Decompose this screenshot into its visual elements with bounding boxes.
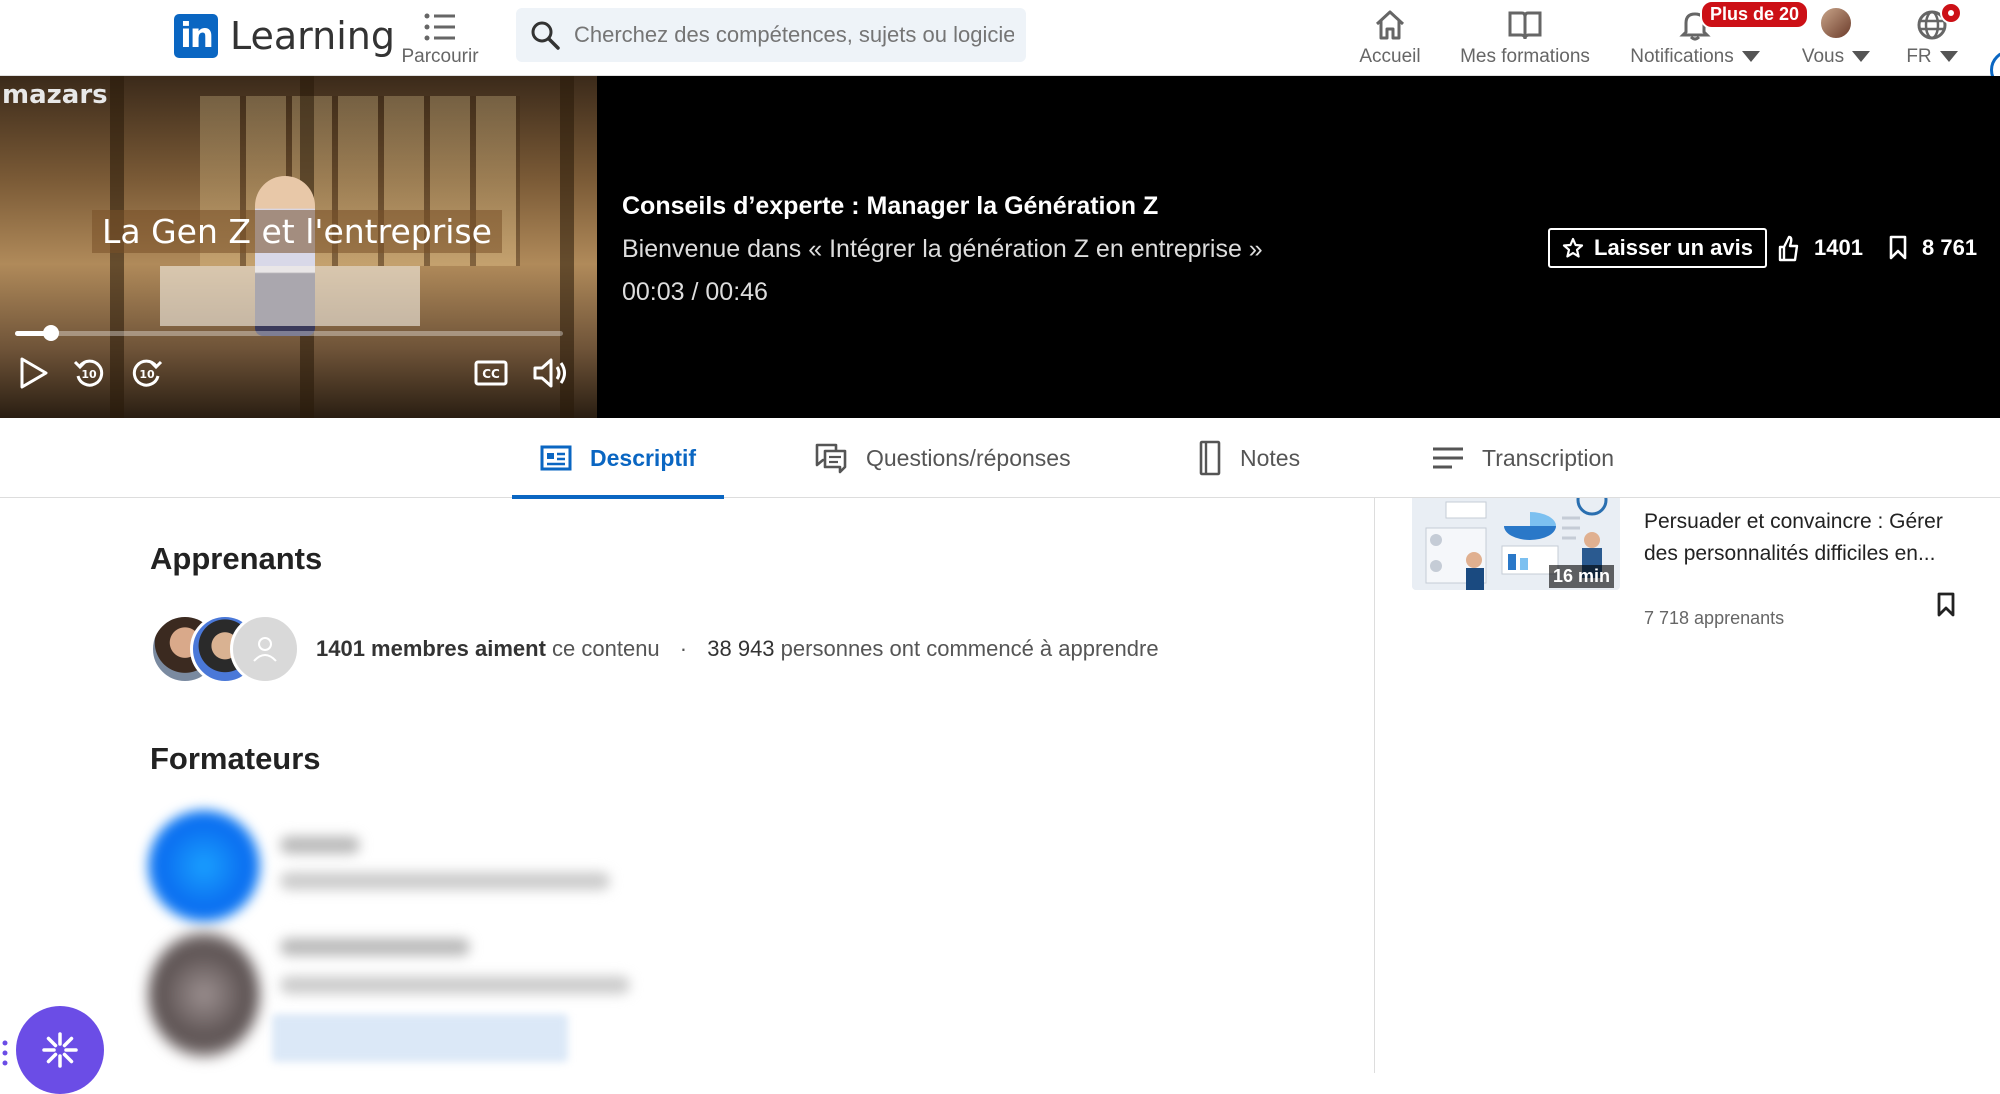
svg-text:10: 10 <box>139 368 155 381</box>
learners-heading: Apprenants <box>150 541 323 576</box>
notebook-icon <box>1199 440 1221 476</box>
home-icon <box>1375 10 1405 40</box>
leave-review-label: Laisser un avis <box>1594 235 1753 260</box>
recommended-course-thumbnail[interactable]: 16 min <box>1412 498 1620 590</box>
nav-me-label: Vous <box>1802 46 1871 68</box>
chapter-title: Bienvenue dans « Intégrer la génération … <box>622 235 1263 263</box>
saves-button[interactable]: 8 761 <box>1888 228 1977 268</box>
instructor-bio-blurred <box>280 976 630 994</box>
likes-count: 1401 <box>1814 235 1863 260</box>
search-input[interactable] <box>574 22 1014 48</box>
tab-notes-label: Notes <box>1240 444 1301 471</box>
browse-label: Parcourir <box>401 46 479 67</box>
nav-me[interactable]: Vous <box>1786 0 1886 76</box>
star-icon <box>1562 237 1584 258</box>
video-table <box>160 266 420 326</box>
course-title: Conseils d’experte : Manager la Générati… <box>622 192 1159 220</box>
nav-language-label: FR <box>1906 46 1958 68</box>
tab-transcript[interactable]: Transcription <box>1432 418 1614 498</box>
volume-icon[interactable] <box>532 356 570 390</box>
likes-button[interactable]: 1401 <box>1776 228 1863 268</box>
list-menu-icon <box>424 13 455 41</box>
learners-summary: 1401 membres aiment ce contenu · 38 943 … <box>150 614 1159 684</box>
instructor-name-blurred <box>280 938 470 956</box>
course-duration: 16 min <box>1548 565 1614 588</box>
course-info: Conseils d’experte : Manager la Générati… <box>622 192 1263 307</box>
started-count: 38 943 <box>707 636 775 661</box>
video-title-overlay: La Gen Z et l'entreprise <box>92 210 502 253</box>
learners-stats: 1401 membres aiment ce contenu · 38 943 … <box>316 636 1159 662</box>
bookmark-icon <box>1889 235 1907 260</box>
saves-count: 8 761 <box>1922 235 1978 260</box>
nav-my-courses-label: Mes formations <box>1460 46 1590 67</box>
recommended-course-learners: 7 718 apprenants <box>1644 608 1785 628</box>
play-icon[interactable] <box>18 356 50 390</box>
video-brand-watermark: mazars <box>2 80 108 110</box>
follow-button-blurred[interactable] <box>272 1014 568 1062</box>
transcript-lines-icon <box>1433 447 1463 469</box>
video-player-band: mazars La Gen Z et l'entreprise 10 10 CC <box>0 76 2000 418</box>
browse-button[interactable]: Parcourir <box>400 0 480 76</box>
instructor-avatar-blurred <box>148 932 260 1057</box>
instructor-name-blurred <box>280 836 360 854</box>
stats-separator: · <box>679 636 688 661</box>
nav-home-label: Accueil <box>1359 46 1421 67</box>
description-icon <box>540 445 572 471</box>
instructor-avatar-blurred <box>148 810 260 922</box>
learner-avatar-placeholder <box>230 614 300 684</box>
tab-transcript-label: Transcription <box>1482 444 1615 471</box>
language-alert-dot <box>1940 2 1962 24</box>
assistant-fab-button[interactable] <box>16 1006 104 1094</box>
nav-my-courses[interactable]: Mes formations <box>1450 0 1600 76</box>
search-bar[interactable] <box>516 8 1026 62</box>
svg-text:10: 10 <box>81 368 97 381</box>
recommended-course-title[interactable]: Persuader et convaincre : Gérer des pers… <box>1644 506 1974 570</box>
drag-handle-icon[interactable] <box>2 1040 8 1070</box>
top-navigation: in Learning Parcourir Accueil Mes format… <box>0 0 2000 76</box>
likes-members-suffix: ce contenu <box>552 636 660 661</box>
video-progress-knob[interactable] <box>42 325 59 341</box>
closed-captions-icon[interactable]: CC <box>474 356 508 390</box>
rewind-10-icon[interactable]: 10 <box>72 356 106 390</box>
video-time: 00:03 / 00:46 <box>622 278 768 306</box>
open-book-icon <box>1508 11 1542 40</box>
bookmark-icon[interactable] <box>1936 592 1956 618</box>
linkedin-logo-icon: in <box>174 14 218 58</box>
content-tabs: Descriptif Questions/réponses Notes Tran… <box>0 418 2000 499</box>
user-avatar <box>1819 6 1853 40</box>
svg-text:CC: CC <box>482 367 500 381</box>
tab-questions-answers-label: Questions/réponses <box>866 444 1071 471</box>
likes-members-count: 1401 membres aiment <box>316 636 546 661</box>
video-player[interactable]: mazars La Gen Z et l'entreprise 10 10 CC <box>0 76 597 418</box>
person-silhouette-icon <box>253 637 277 662</box>
forward-10-icon[interactable]: 10 <box>130 356 164 390</box>
linkedin-learning-logo[interactable]: in Learning <box>174 14 395 58</box>
like-hand-icon <box>1778 235 1799 262</box>
started-suffix: personnes ont commencé à apprendre <box>780 636 1159 661</box>
chat-bubbles-icon <box>815 443 847 474</box>
sidebar-divider <box>1374 498 1375 1073</box>
search-icon <box>531 21 560 50</box>
nav-notifications-label: Notifications <box>1630 46 1760 68</box>
video-progress-bar[interactable] <box>15 325 563 341</box>
nav-home[interactable]: Accueil <box>1350 0 1430 76</box>
tab-description-label: Descriptif <box>590 444 697 471</box>
sparkle-icon <box>42 1032 78 1068</box>
instructors-heading: Formateurs <box>150 741 321 776</box>
instructor-bio-blurred <box>280 872 610 890</box>
tab-notes[interactable]: Notes <box>1198 418 1300 498</box>
tab-questions-answers[interactable]: Questions/réponses <box>814 418 1071 498</box>
tab-description[interactable]: Descriptif <box>512 418 725 499</box>
leave-review-button[interactable]: Laisser un avis <box>1548 228 1767 268</box>
logo-text: Learning <box>230 14 395 58</box>
